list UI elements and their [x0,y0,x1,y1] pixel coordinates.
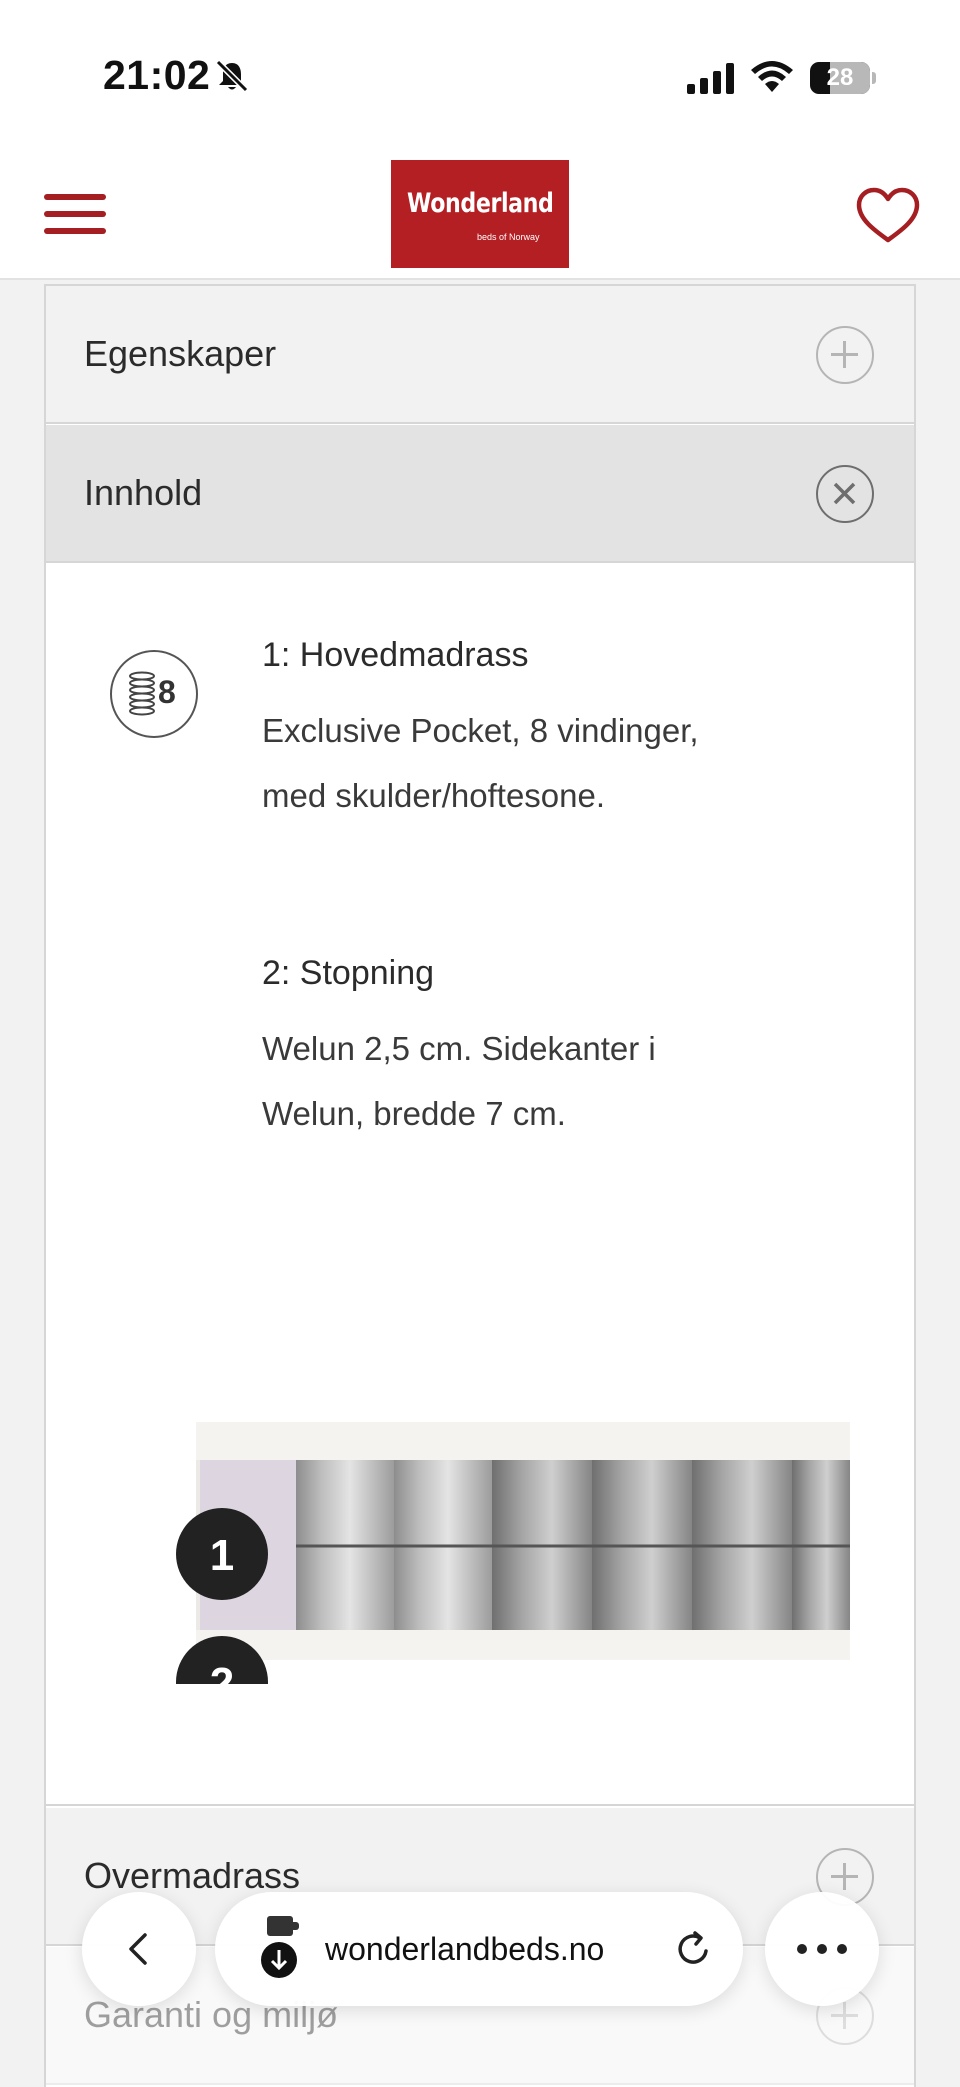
favorites-heart-icon[interactable] [854,186,922,246]
bell-muted-icon [215,59,249,93]
item-description-stopning: Welun 2,5 cm. Sidekanter i Welun, bredde… [262,1030,656,1132]
item-title-stopning: 2: Stopning [262,954,435,992]
site-header: Wonderland beds of Norway [0,150,960,280]
status-bar: 21:02 28 [0,0,960,150]
page: 21:02 28 Wonderland beds of Norway Egens… [0,0,960,2087]
accordion-label: Egenskaper [84,333,277,374]
mattress-cross-section-image: 1 2 [176,1422,850,1684]
extension-download-icon[interactable] [259,1914,311,1984]
hamburger-menu-button[interactable] [44,190,106,238]
accordion-label: Innhold [84,472,203,513]
wonderland-logo[interactable]: Wonderland beds of Norway [391,160,569,268]
accordion-innhold[interactable]: Innhold [46,425,914,563]
wifi-icon [751,61,793,92]
spring-count: 8 [158,674,176,710]
item-description-hovedmadrass: Exclusive Pocket, 8 vindinger, med skuld… [262,712,699,814]
collapse-close-icon[interactable] [816,465,874,523]
accordion-egenskaper[interactable]: Egenskaper [46,286,914,424]
address-bar[interactable]: wonderlandbeds.no [215,1892,743,2006]
expand-plus-icon[interactable] [816,326,874,384]
diagram-marker-2: 2 [210,1659,234,1684]
battery-level: 28 [826,64,854,91]
product-accordion: Egenskaper Innhold 8 1: Hovedmadrass Exc… [44,284,916,2087]
logo-text: Wonderland [407,188,554,219]
url-text[interactable]: wonderlandbeds.no [325,1892,604,2006]
logo-subtext: beds of Norway [477,232,540,242]
browser-back-button[interactable] [82,1892,196,2006]
spring-coil-icon [129,671,155,716]
item-title-hovedmadrass: 1: Hovedmadrass [262,636,529,674]
ellipsis-icon [797,1944,847,1954]
reload-icon[interactable] [673,1928,715,1970]
chevron-left-icon [129,1933,147,1965]
battery-indicator: 28 [810,62,876,94]
spring-count-badge: 8 [110,650,198,738]
status-time: 21:02 [103,52,211,98]
more-options-button[interactable] [765,1892,879,2006]
cellular-signal-icon [687,63,734,94]
diagram-marker-1: 1 [210,1531,234,1580]
innhold-content-panel: 8 1: Hovedmadrass Exclusive Pocket, 8 vi… [46,564,914,1806]
